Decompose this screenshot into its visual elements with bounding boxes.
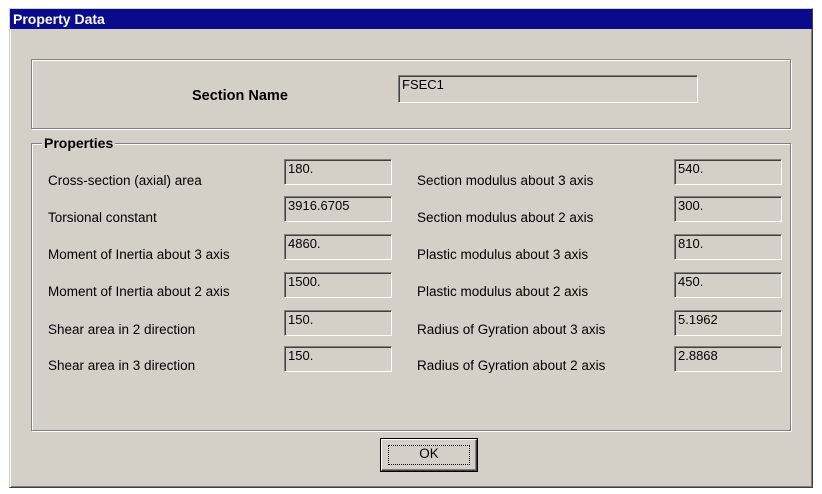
gyration-2-field[interactable]: 2.8868 [674, 346, 782, 372]
gyration-3-label: Radius of Gyration about 3 axis [417, 322, 606, 337]
plastic-modulus-2-label: Plastic modulus about 2 axis [417, 284, 589, 299]
shear-area-3-field[interactable]: 150. [284, 346, 392, 372]
plastic-modulus-2-field[interactable]: 450. [674, 272, 782, 298]
property-data-dialog: Property Data Section Name FSEC1 Propert… [9, 8, 813, 488]
section-name-group: Section Name FSEC1 [31, 59, 791, 129]
torsional-constant-field[interactable]: 3916.6705 [284, 196, 392, 222]
shear-area-3-label: Shear area in 3 direction [48, 358, 196, 373]
plastic-modulus-3-label: Plastic modulus about 3 axis [417, 247, 589, 262]
shear-area-2-label: Shear area in 2 direction [48, 322, 196, 337]
inertia-2-field[interactable]: 1500. [284, 272, 392, 298]
dialog-title: Property Data [10, 9, 812, 29]
axial-area-label: Cross-section (axial) area [48, 173, 202, 188]
gyration-2-label: Radius of Gyration about 2 axis [417, 358, 606, 373]
inertia-3-field[interactable]: 4860. [284, 234, 392, 260]
axial-area-field[interactable]: 180. [284, 159, 392, 185]
plastic-modulus-3-field[interactable]: 810. [674, 234, 782, 260]
gyration-3-field[interactable]: 5.1962 [674, 310, 782, 336]
properties-group: Properties Cross-section (axial) area 18… [31, 135, 791, 431]
shear-area-2-field[interactable]: 150. [284, 310, 392, 336]
section-modulus-3-label: Section modulus about 3 axis [417, 173, 594, 188]
inertia-3-label: Moment of Inertia about 3 axis [48, 247, 230, 262]
section-name-field[interactable]: FSEC1 [398, 75, 698, 103]
section-modulus-2-label: Section modulus about 2 axis [417, 210, 594, 225]
torsional-constant-label: Torsional constant [48, 210, 157, 225]
section-modulus-3-field[interactable]: 540. [674, 159, 782, 185]
inertia-2-label: Moment of Inertia about 2 axis [48, 284, 230, 299]
ok-button[interactable]: OK [381, 439, 477, 471]
section-name-label: Section Name [192, 88, 288, 104]
properties-legend: Properties [42, 135, 116, 151]
focus-rectangle [388, 445, 470, 465]
section-modulus-2-field[interactable]: 300. [674, 196, 782, 222]
